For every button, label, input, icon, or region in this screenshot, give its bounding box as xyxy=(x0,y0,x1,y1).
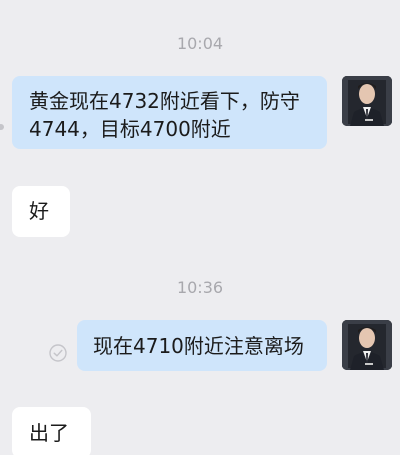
message-text-line: 黄金现在4732附近看下，防守 xyxy=(29,89,300,113)
message-text: 出了 xyxy=(29,421,69,445)
avatar[interactable] xyxy=(342,76,392,126)
message-bubble-incoming[interactable]: 好 xyxy=(12,186,70,237)
message-text-line: 4744，目标4700附近 xyxy=(29,117,231,141)
timestamp: 10:04 xyxy=(176,34,224,53)
person-avatar-icon xyxy=(342,76,392,126)
message-text: 现在4710附近注意离场 xyxy=(93,334,304,358)
unread-dot-indicator xyxy=(0,124,4,130)
avatar[interactable] xyxy=(342,320,392,370)
message-bubble-outgoing[interactable]: 黄金现在4732附近看下，防守 4744，目标4700附近 xyxy=(12,76,327,149)
message-bubble-incoming[interactable]: 出了 xyxy=(12,407,91,455)
check-circle-icon xyxy=(49,344,67,362)
person-avatar-icon xyxy=(342,320,392,370)
message-bubble-outgoing[interactable]: 现在4710附近注意离场 xyxy=(77,320,327,371)
message-text: 好 xyxy=(29,199,49,223)
timestamp: 10:36 xyxy=(176,278,224,297)
